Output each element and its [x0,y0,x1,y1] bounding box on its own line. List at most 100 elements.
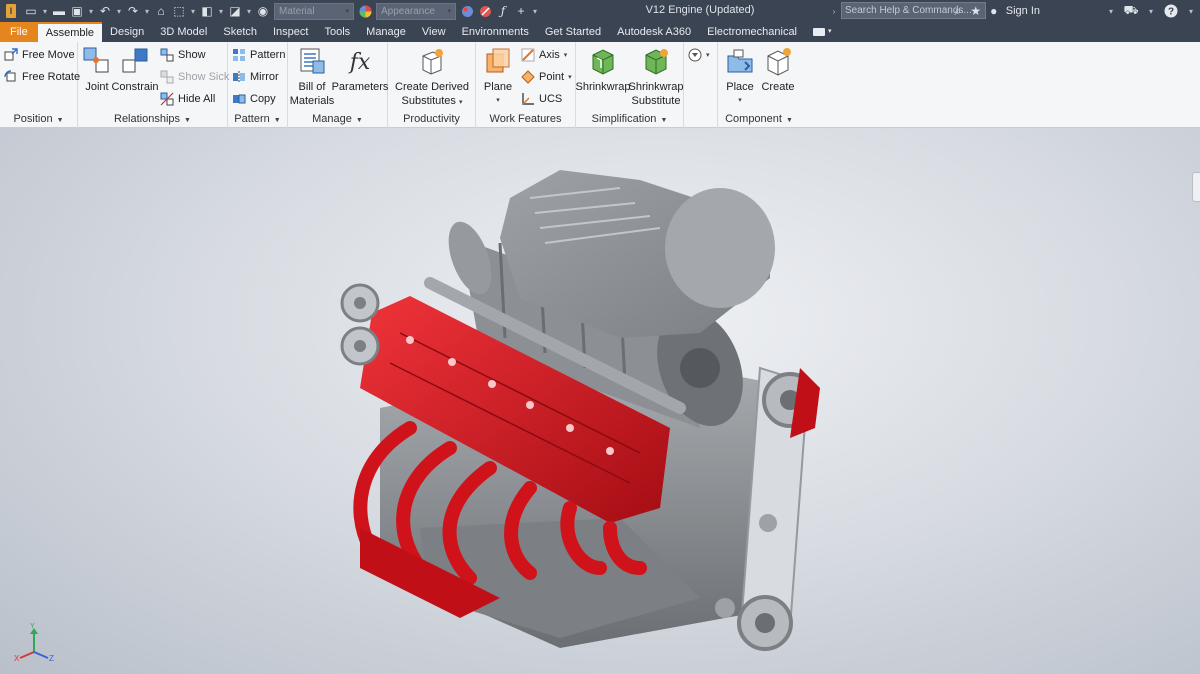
select-dropdown-icon[interactable]: ▾ [188,2,198,20]
tab-design[interactable]: Design [102,22,152,42]
extra-tools-dropdown[interactable]: ▾ [688,46,710,64]
fx-icon[interactable]: ƒ [494,2,512,20]
app-logo[interactable]: I [0,0,22,22]
position-panel-title: Position [13,113,53,125]
search-expand-icon[interactable]: › [829,2,839,20]
sign-in-link[interactable]: Sign In [1006,5,1040,17]
constrain-button[interactable]: Constrain [111,46,159,94]
chevron-down-icon: ▾ [458,99,463,106]
ucs-icon [521,92,535,106]
tab-electromechanical[interactable]: Electromechanical [699,22,805,42]
tab-tools[interactable]: Tools [316,22,358,42]
panel-label-manage[interactable]: Manage ▼ [288,112,387,126]
mirror-button[interactable]: Mirror [232,68,279,86]
create-component-button[interactable]: Create [760,46,796,94]
home-icon[interactable]: ⌂ [152,2,170,20]
show-button[interactable]: Show [160,46,206,64]
tab-get-started[interactable]: Get Started [537,22,609,42]
help-dropdown-icon[interactable]: ▾ [1186,2,1196,20]
undo-dropdown-icon[interactable]: ▾ [114,2,124,20]
material-combo[interactable]: Material ▾ [274,2,354,20]
place-button[interactable]: Place ▾ [722,46,758,108]
tab-view[interactable]: View [414,22,454,42]
axis-icon [521,48,535,62]
customize-qat-icon[interactable]: ▾ [530,2,540,20]
graphics-viewport[interactable]: X Y Z [0,128,1200,674]
shrinkwrap-button[interactable]: Shrinkwrap [575,46,631,94]
joint-button[interactable]: Joint [82,46,112,94]
user-icon[interactable]: ● [988,2,1000,20]
tab-environments[interactable]: Environments [454,22,537,42]
open-folder-icon[interactable]: ▬ [50,2,68,20]
clear-appearance-icon[interactable] [476,2,494,20]
axis-button[interactable]: Axis ▾ [521,46,567,64]
shrinkwrap-substitute-button[interactable]: Shrinkwrap Substitute [628,46,684,108]
new-dropdown-icon[interactable]: ▾ [40,2,50,20]
cart-dropdown-icon[interactable]: ▾ [1146,2,1156,20]
cart-icon[interactable]: ⛟ [1122,2,1140,20]
parameters-button[interactable]: fx Parameters [332,46,389,94]
shrinkwrap-icon [588,46,618,76]
tab-assemble[interactable]: Assemble [37,22,103,42]
shrinkwrap-substitute-icon [641,46,671,76]
panel-relationships: Joint Constrain Show Show Sick Hide All … [78,42,229,128]
chevron-down-icon: ▾ [563,52,568,59]
engine-model[interactable] [0,128,1200,674]
globe-icon[interactable]: ◉ [254,2,272,20]
hide-all-button[interactable]: Hide All [160,90,215,108]
ribbon-tabs: File Assemble Design 3D Model Sketch Ins… [0,22,1200,42]
point-button[interactable]: Point ▾ [521,68,572,86]
copy-button[interactable]: Copy [232,90,276,108]
panel-label-pattern[interactable]: Pattern ▼ [228,112,287,126]
appearance-sphere-icon[interactable] [356,2,374,20]
triad-x-label: X [14,654,20,662]
tab-inspect[interactable]: Inspect [265,22,316,42]
pattern-button[interactable]: Pattern [232,46,285,64]
update-icon[interactable]: ◧ [198,2,216,20]
cds-label-line2-wrap: Substitutes ▾ [402,94,463,110]
tab-manage[interactable]: Manage [358,22,414,42]
tab-file[interactable]: File [0,22,38,42]
save-icon[interactable]: ▣ [68,2,86,20]
free-move-button[interactable]: Free Move [4,46,75,64]
measure-icon[interactable]: ◪ [226,2,244,20]
ucs-button[interactable]: UCS [521,90,562,108]
tab-sketch[interactable]: Sketch [215,22,265,42]
inventor-logo-icon: I [6,4,16,18]
panel-label-position[interactable]: Position ▼ [0,112,77,126]
appearance-combo[interactable]: Appearance ▾ [376,2,456,20]
tab-autodesk-a360[interactable]: Autodesk A360 [609,22,699,42]
select-mode-icon[interactable]: ⬚ [170,2,188,20]
create-component-icon [763,46,793,76]
sign-in-dropdown-icon[interactable]: ▾ [1106,2,1116,20]
panel-simplification: Shrinkwrap Shrinkwrap Substitute Simplif… [575,42,684,128]
redo-icon[interactable]: ↷ [124,2,142,20]
redo-dropdown-icon[interactable]: ▾ [142,2,152,20]
panel-label-simplification[interactable]: Simplification ▼ [576,112,683,126]
plus-icon[interactable]: + [512,2,530,20]
chevron-down-icon: ▾ [568,74,572,81]
tab-3d-model[interactable]: 3D Model [152,22,215,42]
favorites-icon[interactable]: ★ [970,2,982,20]
plane-label: Plane [483,81,513,93]
free-rotate-icon [4,70,18,84]
viewcube-tab[interactable] [1192,172,1200,202]
search-icon[interactable]: ⌕ [952,2,964,20]
new-file-icon[interactable]: ▭ [22,2,40,20]
panel-label-relationships[interactable]: Relationships ▼ [78,112,227,126]
panel-label-component[interactable]: Component ▼ [718,112,800,126]
update-dropdown-icon[interactable]: ▾ [216,2,226,20]
bom-label-line2: Materials [289,95,335,107]
help-icon[interactable]: ? [1162,2,1180,20]
adjust-appearance-icon[interactable] [458,2,476,20]
free-rotate-button[interactable]: Free Rotate [4,68,80,86]
create-derived-substitutes-button[interactable]: Create Derived Substitutes ▾ [392,46,472,110]
save-dropdown-icon[interactable]: ▾ [86,2,96,20]
undo-icon[interactable]: ↶ [96,2,114,20]
plane-button[interactable]: Plane ▾ [480,46,516,108]
bill-of-materials-button[interactable]: Bill of Materials [290,46,334,108]
show-sick-button[interactable]: Show Sick [160,68,229,86]
joint-icon [82,46,112,76]
measure-dropdown-icon[interactable]: ▾ [244,2,254,20]
ribbon-display-toggle[interactable]: ▾ [805,22,840,42]
